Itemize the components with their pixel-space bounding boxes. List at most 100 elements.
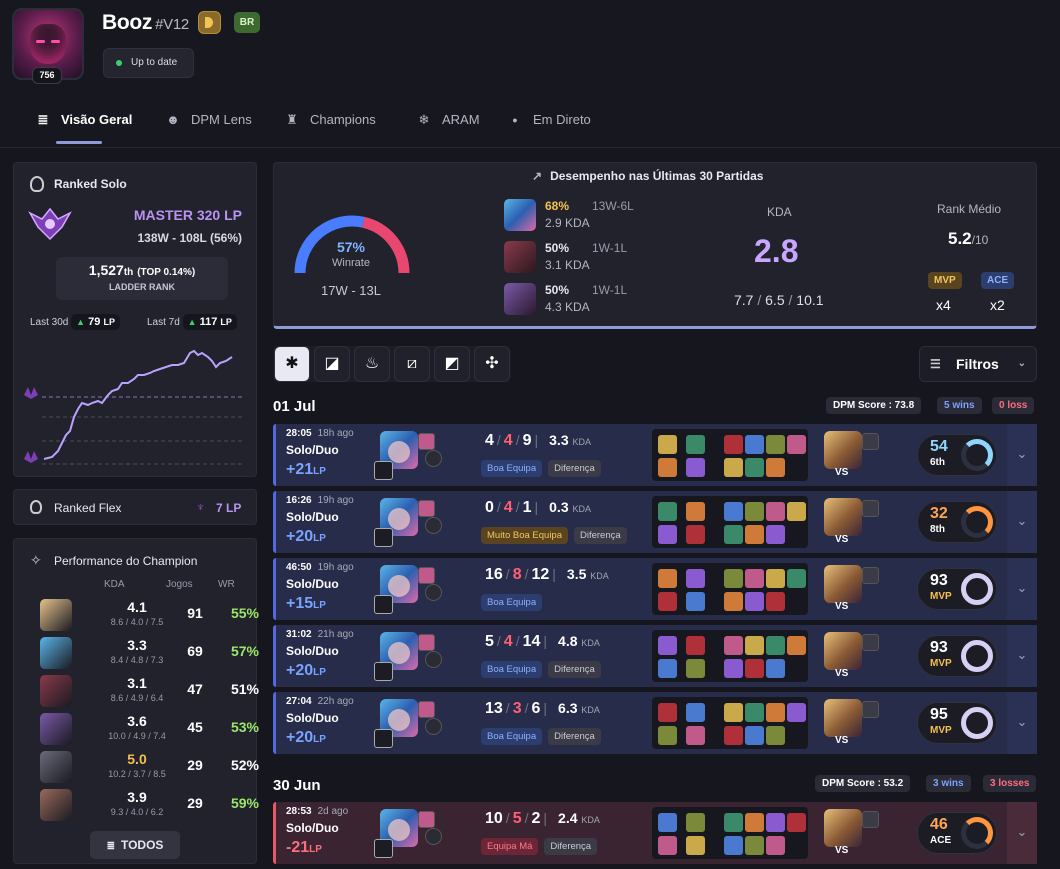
champion-portrait: [40, 675, 72, 707]
champion-row[interactable]: 3.6 10.0 / 4.9 / 7.4 45 53%: [40, 713, 260, 749]
expand-chevron-icon[interactable]: ⌄: [1007, 558, 1037, 620]
ladder-rank-box: 1,527th (TOP 0.14%) LADDER RANK: [56, 257, 228, 300]
match-card[interactable]: 28:53 2d ago Solo/Duo -21LP 10/5/2 | 2.4 KDA Eq…: [273, 802, 1037, 864]
dpm-score-badge: 95 MVP: [917, 702, 997, 744]
champion-row[interactable]: 5.0 10.2 / 3.7 / 8.5 29 52%: [40, 751, 260, 787]
item-icon: [686, 458, 705, 477]
expand-chevron-icon[interactable]: ⌄: [1007, 692, 1037, 754]
match-card[interactable]: 27:04 22h ago Solo/Duo +20LP 13/3/6 | 6.3 KDA B…: [273, 692, 1037, 754]
role-icon: [374, 839, 393, 858]
filter-all-icon[interactable]: ✱: [274, 346, 310, 382]
champion-row[interactable]: 3.9 9.3 / 4.0 / 6.2 29 59%: [40, 789, 260, 825]
champion-record: 1W-1L: [592, 283, 628, 297]
filter-jungle-icon[interactable]: ♨: [354, 346, 390, 382]
champion-row[interactable]: 4.1 8.6 / 4.0 / 7.5 91 55%: [40, 599, 260, 635]
champion-winrate: 50%: [545, 241, 570, 255]
expand-chevron-icon[interactable]: ⌄: [1007, 424, 1037, 486]
day-losses: 0 loss: [992, 397, 1035, 414]
item-icon: [745, 703, 764, 722]
item-icon: [658, 502, 677, 521]
item-build: [652, 563, 808, 615]
avg-rank-label: Rank Médio: [937, 202, 1002, 216]
item-icon: [724, 659, 743, 678]
item-icon: [724, 435, 743, 454]
dpm-badge-icon: [198, 11, 221, 34]
champion-row[interactable]: 3.3 8.4 / 4.8 / 7.3 69 57%: [40, 637, 260, 673]
item-icon: [745, 813, 764, 832]
filter-mid-icon[interactable]: ⧄: [394, 346, 430, 382]
item-icon: [766, 836, 785, 855]
expand-chevron-icon[interactable]: ⌄: [1007, 491, 1037, 553]
item-icon: [724, 703, 743, 722]
tab-dpm-lens[interactable]: ☻ DPM Lens: [165, 104, 252, 148]
ranked-icon: [30, 176, 44, 192]
helmet-icon: ♜: [286, 112, 298, 127]
lane-diff-tag: Diferença: [548, 460, 601, 477]
rank-tier: MASTER 320 LP: [133, 207, 242, 223]
rune-secondary-icon: [425, 828, 442, 845]
opponent-rune-icon: [862, 433, 879, 450]
ranked-flex-panel[interactable]: Ranked Flex ♆ 7 LP: [13, 489, 257, 525]
dpm-score-badge: 54 6th: [917, 434, 997, 476]
champion-kda-detail: 8.4 / 4.8 / 7.3: [110, 655, 164, 665]
rune-icon: [418, 500, 435, 517]
champion-row[interactable]: 3.1 8.6 / 4.9 / 6.4 47 51%: [40, 675, 260, 711]
champion-record: 13W-6L: [592, 199, 634, 213]
match-card[interactable]: 16:26 19h ago Solo/Duo +20LP 0/4/1 | 0.3 KDA Mu…: [273, 491, 1037, 553]
filter-support-icon[interactable]: ✣: [474, 346, 510, 382]
champion-portrait: [504, 241, 536, 273]
champion-kda-detail: 8.6 / 4.0 / 7.5: [110, 617, 164, 627]
score-ring: [961, 573, 993, 605]
item-icon: [724, 592, 743, 611]
match-card[interactable]: 46:50 19h ago Solo/Duo +15LP 16/8/12 | 3.5 KDA…: [273, 558, 1037, 620]
vs-label: VS: [835, 668, 849, 679]
score-ring: [961, 707, 993, 739]
lane-diff-tag: Diferença: [574, 527, 627, 544]
day-date: 30 Jun: [273, 777, 321, 794]
lp-change: +20LP: [286, 528, 326, 545]
team-rating-tag: Boa Equipa: [481, 661, 543, 678]
chevron-down-icon: ⌄: [1017, 358, 1026, 369]
item-icon: [766, 592, 785, 611]
filters-dropdown[interactable]: ☰ Filtros ⌄: [919, 346, 1037, 382]
filter-top-icon[interactable]: ◪: [314, 346, 350, 382]
item-icon: [787, 435, 806, 454]
queue-type: Solo/Duo: [286, 711, 339, 725]
lp-change: -21LP: [286, 839, 322, 856]
tab-champions[interactable]: ♜ Champions: [284, 104, 376, 148]
tab-aram[interactable]: ❄ ARAM: [416, 104, 480, 148]
rank-record: 138W - 108L (56%): [137, 231, 243, 245]
col-wr: WR: [218, 579, 235, 590]
champion-winrate: 55%: [230, 605, 259, 621]
snowflake-icon: ❄: [418, 112, 430, 127]
lp-history-chart: [24, 349, 242, 465]
item-icon: [658, 703, 677, 722]
match-duration: 46:50 19h ago: [286, 562, 354, 573]
opponent-portrait: [824, 498, 862, 536]
top-champion: 68% 13W-6L 2.9 KDA: [504, 199, 674, 233]
lp-change: +21LP: [286, 461, 326, 478]
show-all-button[interactable]: ≣ TODOS: [90, 831, 180, 859]
filter-bot-icon[interactable]: ◩: [434, 346, 470, 382]
item-icon: [787, 502, 806, 521]
expand-chevron-icon[interactable]: ⌄: [1007, 625, 1037, 687]
match-card[interactable]: 31:02 21h ago Solo/Duo +20LP 5/4/14 | 4.8 KDA B…: [273, 625, 1037, 687]
item-icon: [724, 836, 743, 855]
queue-type: Solo/Duo: [286, 577, 339, 591]
master-emblem-icon: [28, 207, 72, 241]
champion-games: 91: [187, 605, 203, 621]
profile-tabs: ≣ Visão Geral ☻ DPM Lens ♜ Champions ❄ ARAM …: [0, 104, 1060, 148]
champion-games: 47: [187, 681, 203, 697]
item-icon: [686, 435, 705, 454]
item-icon: [658, 813, 677, 832]
expand-chevron-icon[interactable]: ⌄: [1007, 802, 1037, 864]
tab-em-direto[interactable]: ● Em Direto: [507, 104, 591, 148]
queue-type: Solo/Duo: [286, 510, 339, 524]
item-icon: [766, 458, 785, 477]
match-card[interactable]: 28:05 18h ago Solo/Duo +21LP 4/4/9 | 3.3 KDA Bo…: [273, 424, 1037, 486]
update-status-button[interactable]: Up to date: [103, 48, 194, 78]
role-icon: [374, 528, 393, 547]
item-icon: [745, 726, 764, 745]
lp-change: +20LP: [286, 729, 326, 746]
opponent-portrait: [824, 809, 862, 847]
